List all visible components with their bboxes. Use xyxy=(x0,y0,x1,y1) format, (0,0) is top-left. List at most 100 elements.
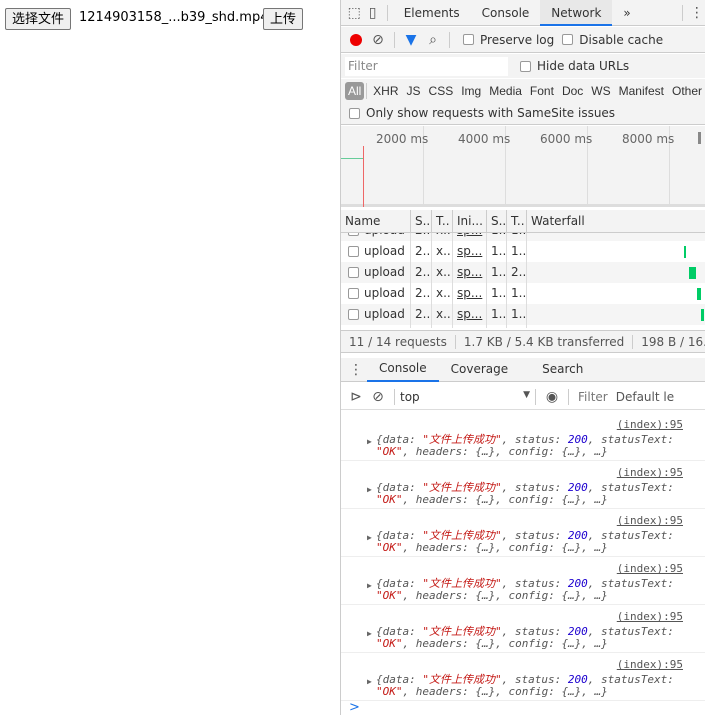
network-status-bar: 11 / 14 requests 1.7 KB / 5.4 KB transfe… xyxy=(341,330,705,353)
request-row[interactable]: upload 2... x... sp... 1... 2... xyxy=(341,262,705,283)
device-toolbar-icon[interactable]: ▯ xyxy=(363,2,381,24)
cell-text: 1... xyxy=(511,286,527,300)
request-row[interactable]: upload2...x...sp...1...1... xyxy=(341,283,705,304)
source-link[interactable]: (index):95 xyxy=(617,658,683,671)
inspect-element-icon[interactable]: ⬚ xyxy=(345,2,363,24)
expand-triangle-icon[interactable]: ▶ xyxy=(367,485,372,494)
preserve-log-checkbox[interactable] xyxy=(463,34,474,45)
source-link[interactable]: (index):95 xyxy=(617,562,683,575)
cell-text[interactable]: sp... xyxy=(457,244,482,258)
clear-icon[interactable]: ⊘ xyxy=(367,29,389,51)
waterfall-bar xyxy=(697,288,701,300)
col-initiator[interactable]: Ini... xyxy=(453,210,487,232)
col-time[interactable]: T.. xyxy=(507,210,527,232)
overview-handle[interactable] xyxy=(698,132,701,144)
type-font[interactable]: Font xyxy=(526,84,558,98)
console-filter-input[interactable]: Filter xyxy=(574,386,612,407)
request-row[interactable]: upload2...x...sp...1...1... xyxy=(341,241,705,262)
type-ws[interactable]: WS xyxy=(587,84,614,98)
col-size[interactable]: S.. xyxy=(487,210,507,232)
cell-c3: sp... xyxy=(453,283,487,304)
requests-table-header: Name S.. T.. Ini... S.. T.. Waterfall xyxy=(341,210,705,233)
drawer-menu-icon[interactable]: ⋮ xyxy=(345,359,367,381)
drawer-tab-search[interactable]: Search xyxy=(530,358,595,381)
cell-c1: 2... xyxy=(411,304,432,325)
cell-c5: 1... xyxy=(507,233,527,241)
expand-triangle-icon[interactable]: ▶ xyxy=(367,677,372,686)
cell-text[interactable]: sp... xyxy=(457,286,482,300)
type-other[interactable]: Other xyxy=(668,84,705,98)
drawer-tab-console[interactable]: Console xyxy=(367,357,439,382)
tab-network[interactable]: Network xyxy=(540,0,613,26)
cell-text[interactable]: sp... xyxy=(457,265,482,279)
drawer-tab-coverage[interactable]: Coverage xyxy=(439,358,521,381)
expand-triangle-icon[interactable]: ▶ xyxy=(367,533,372,542)
cell-c5: 2... xyxy=(507,262,527,283)
filter-input[interactable]: Filter xyxy=(345,56,508,76)
console-log-entry[interactable]: (index):95 ▶ {data: "文件上传成功", status: 20… xyxy=(341,557,705,605)
request-row[interactable]: upload2...x...sp...1...1... xyxy=(341,304,705,325)
record-button[interactable] xyxy=(345,29,367,51)
expand-triangle-icon[interactable]: ▶ xyxy=(367,581,372,590)
web-page: 选择文件 1214903158_...b39_shd.mp4 上传 xyxy=(0,0,340,715)
type-img[interactable]: Img xyxy=(457,84,485,98)
cell-c5: 1... xyxy=(507,283,527,304)
request-row[interactable]: upload2...x...sp...1...6... xyxy=(341,325,705,328)
type-doc[interactable]: Doc xyxy=(558,84,587,98)
more-tabs-button[interactable]: » xyxy=(612,0,641,26)
console-log-entry[interactable]: (index):95 ▶ {data: "文件上传成功", status: 20… xyxy=(341,653,705,701)
samesite-label: Only show requests with SameSite issues xyxy=(366,106,616,120)
divider xyxy=(394,388,395,405)
col-type[interactable]: T.. xyxy=(432,210,453,232)
cell-waterfall xyxy=(527,283,705,304)
console-log-entry[interactable]: (index):95 ▶ {data: "文件上传成功", status: 20… xyxy=(341,413,705,461)
network-overview[interactable]: 2000 ms 4000 ms 6000 ms 8000 ms xyxy=(341,126,705,207)
type-all[interactable]: All xyxy=(345,81,365,100)
type-js[interactable]: JS xyxy=(403,84,425,98)
type-manifest[interactable]: Manifest xyxy=(615,84,668,98)
console-prompt[interactable]: > xyxy=(349,700,360,715)
divider xyxy=(535,388,536,405)
divider xyxy=(394,31,395,48)
col-name[interactable]: Name xyxy=(341,210,411,232)
type-css[interactable]: CSS xyxy=(425,84,458,98)
log-levels-select[interactable]: Default le xyxy=(612,390,674,404)
cell-text[interactable]: sp... xyxy=(457,307,482,321)
clear-console-icon[interactable]: ⊘ xyxy=(367,386,389,408)
source-link[interactable]: (index):95 xyxy=(617,514,683,527)
kebab-menu-icon[interactable]: ⋮ xyxy=(688,2,705,24)
cell-waterfall xyxy=(527,325,705,328)
filter-icon[interactable]: ▼ xyxy=(400,29,422,51)
samesite-checkbox[interactable] xyxy=(349,107,360,119)
cell-text[interactable]: sp... xyxy=(457,233,482,237)
request-row[interactable]: upload2...x...sp...1...1... xyxy=(341,233,705,241)
col-status[interactable]: S.. xyxy=(411,210,432,232)
disable-cache-checkbox[interactable] xyxy=(562,34,574,45)
col-waterfall[interactable]: Waterfall xyxy=(527,210,705,232)
choose-file-button[interactable]: 选择文件 xyxy=(5,8,72,30)
type-xhr[interactable]: XHR xyxy=(369,84,402,98)
console-log-entry[interactable]: (index):95 ▶ {data: "文件上传成功", status: 20… xyxy=(341,509,705,557)
console-log-entry[interactable]: (index):95 ▶ {data: "文件上传成功", status: 20… xyxy=(341,605,705,653)
console-log-entry[interactable]: (index):95 ▶ {data: "文件上传成功", status: 20… xyxy=(341,461,705,509)
file-icon xyxy=(348,233,359,236)
overview-tick: 2000 ms xyxy=(376,132,429,146)
cell-c1: 2... xyxy=(411,283,432,304)
upload-button[interactable]: 上传 xyxy=(263,8,304,30)
context-select[interactable]: top ▼ xyxy=(400,390,530,404)
source-link[interactable]: (index):95 xyxy=(617,418,683,431)
sidebar-toggle-icon[interactable]: ⊳ xyxy=(345,386,367,408)
samesite-row: Only show requests with SameSite issues xyxy=(341,102,705,125)
cell-text: 2... xyxy=(415,244,431,258)
live-expression-eye-icon[interactable]: ◉ xyxy=(541,386,563,408)
expand-triangle-icon[interactable]: ▶ xyxy=(367,437,372,446)
tab-console[interactable]: Console xyxy=(471,0,541,26)
tab-elements[interactable]: Elements xyxy=(393,0,471,26)
source-link[interactable]: (index):95 xyxy=(617,610,683,623)
expand-triangle-icon[interactable]: ▶ xyxy=(367,629,372,638)
search-icon[interactable]: ⌕ xyxy=(422,29,444,51)
cell-text: 1... xyxy=(491,233,506,237)
type-media[interactable]: Media xyxy=(485,84,526,98)
source-link[interactable]: (index):95 xyxy=(617,466,683,479)
hide-data-urls-checkbox[interactable] xyxy=(520,60,531,72)
